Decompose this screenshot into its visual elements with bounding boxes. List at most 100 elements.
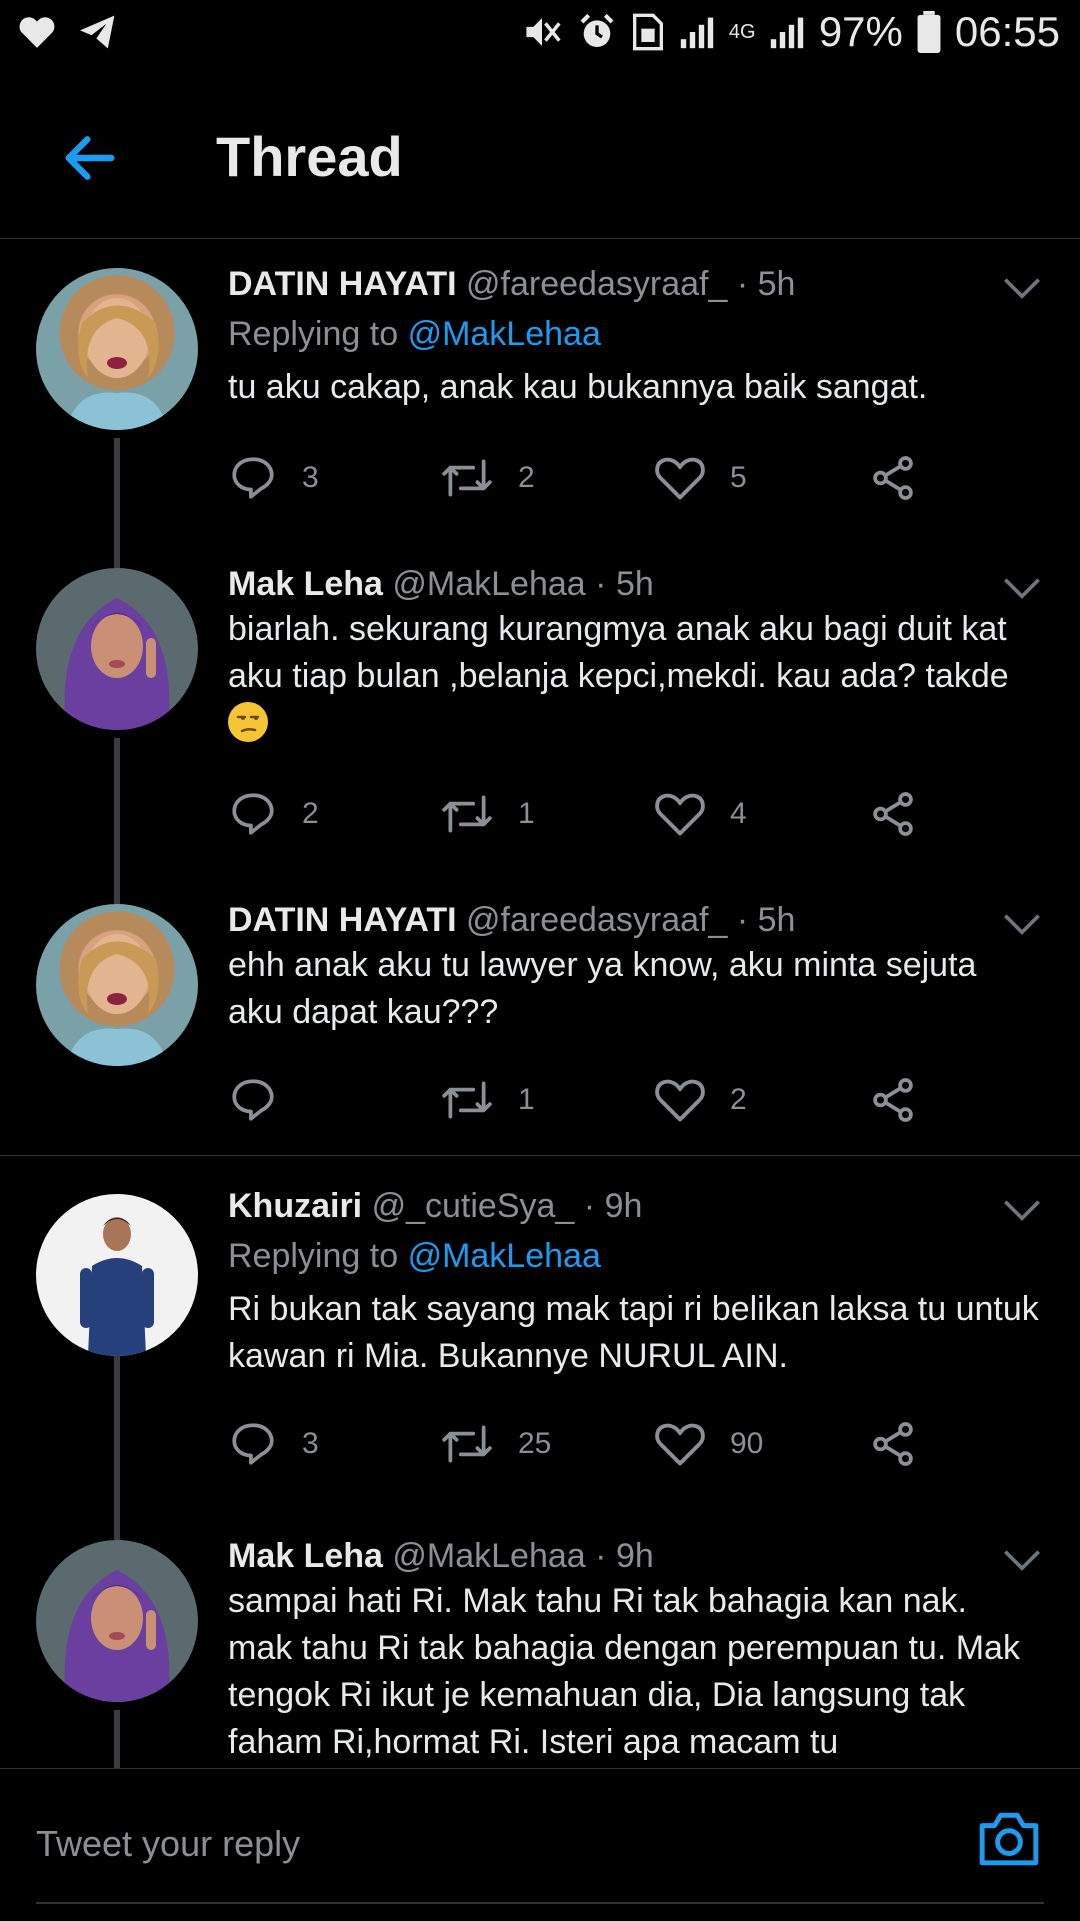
share-button[interactable] bbox=[868, 1416, 918, 1472]
retweet-button[interactable]: 25 bbox=[440, 1416, 551, 1472]
tweet-text: biarlah. sekurang kurangmya anak aku bag… bbox=[228, 610, 1009, 695]
retweet-button[interactable]: 1 bbox=[440, 786, 535, 842]
timestamp: 5h bbox=[757, 901, 796, 939]
retweet-count: 25 bbox=[518, 1427, 552, 1460]
avatar[interactable] bbox=[36, 904, 198, 1066]
reply-icon bbox=[232, 457, 274, 499]
separator-dot: · bbox=[736, 901, 749, 939]
reply-button[interactable]: 3 bbox=[228, 450, 319, 506]
author-name[interactable]: Mak Leha bbox=[228, 1540, 383, 1575]
avatar[interactable] bbox=[36, 268, 198, 430]
thread-connector bbox=[114, 538, 120, 568]
signal-icon-2 bbox=[770, 17, 804, 49]
mute-icon bbox=[526, 18, 561, 46]
separator-dot: · bbox=[583, 1187, 596, 1225]
author-handle[interactable]: @fareedasyraaf_ bbox=[466, 901, 727, 939]
status-bar: 4G 97% 06:55 bbox=[0, 0, 1080, 76]
mention-link[interactable]: @MakLehaa bbox=[408, 1237, 601, 1275]
chevron-down-icon[interactable] bbox=[1002, 1196, 1042, 1224]
author-name[interactable]: DATIN HAYATI bbox=[228, 901, 457, 939]
reply-button[interactable] bbox=[228, 1072, 302, 1128]
author-handle[interactable]: @MakLehaa bbox=[392, 1540, 585, 1575]
reply-count: 3 bbox=[302, 1427, 319, 1460]
tweet[interactable]: Mak Leha @MakLehaa · 9h sampai hati Ri. … bbox=[0, 1540, 1080, 1768]
author-handle[interactable]: @fareedasyraaf_ bbox=[466, 265, 727, 303]
share-icon bbox=[873, 1078, 913, 1122]
retweet-button[interactable]: 1 bbox=[440, 1072, 535, 1128]
author-name[interactable]: Mak Leha bbox=[228, 565, 383, 603]
tweet-text: Ri bukan tak sayang mak tapi ri belikan … bbox=[228, 1290, 1039, 1375]
share-icon bbox=[873, 456, 913, 500]
mention-link[interactable]: @MakLehaa bbox=[408, 315, 601, 353]
author-name[interactable]: DATIN HAYATI bbox=[228, 265, 457, 303]
sim-icon bbox=[632, 13, 663, 51]
retweet-button[interactable]: 2 bbox=[440, 450, 535, 506]
tweet[interactable]: Khuzairi @_cutieSya_ · 9h Replying to @M… bbox=[0, 1156, 1080, 1540]
thread-connector bbox=[114, 738, 120, 904]
signal-icon bbox=[680, 17, 714, 49]
avatar-image bbox=[64, 598, 170, 730]
reply-button[interactable]: 3 bbox=[228, 1416, 319, 1472]
alarm-icon bbox=[580, 13, 614, 47]
share-button[interactable] bbox=[868, 786, 918, 842]
separator-dot: · bbox=[595, 565, 607, 603]
tweet-meta: Khuzairi @_cutieSya_ · 9h bbox=[228, 1186, 1040, 1226]
reply-button[interactable]: 2 bbox=[228, 786, 319, 842]
separator-dot: · bbox=[595, 1540, 607, 1575]
timestamp: 5h bbox=[757, 265, 796, 303]
tweet[interactable]: Mak Leha @MakLehaa · 5h biarlah. sekuran… bbox=[0, 538, 1080, 904]
clock: 06:55 bbox=[954, 8, 1060, 55]
reply-icon bbox=[232, 1423, 274, 1465]
page-title: Thread bbox=[216, 125, 403, 188]
tweet-text-wrap: biarlah. sekurang kurangmya anak aku bag… bbox=[228, 606, 1040, 747]
heart-icon bbox=[655, 793, 705, 836]
back-arrow-icon[interactable] bbox=[58, 126, 122, 190]
share-button[interactable] bbox=[868, 450, 918, 506]
telegram-icon bbox=[80, 15, 115, 49]
like-button[interactable]: 5 bbox=[654, 450, 747, 506]
top-app-bar: Thread bbox=[0, 76, 1080, 239]
share-button[interactable] bbox=[868, 1072, 918, 1128]
tweet-body: Khuzairi @_cutieSya_ · 9h Replying to @M… bbox=[228, 1186, 1040, 1380]
tweet-actions: 2 1 4 bbox=[228, 786, 948, 842]
thread-connector bbox=[114, 1710, 120, 1768]
chevron-down-icon[interactable] bbox=[1002, 574, 1042, 602]
like-button[interactable]: 90 bbox=[654, 1416, 763, 1472]
reply-input-underline bbox=[36, 1902, 1044, 1904]
tweet-text: sampai hati Ri. Mak tahu Ri tak bahagia … bbox=[228, 1582, 1020, 1761]
replying-label: Replying to bbox=[228, 1237, 399, 1275]
avatar[interactable] bbox=[36, 568, 198, 730]
replying-to: Replying to @MakLehaa bbox=[228, 314, 1040, 354]
avatar-image bbox=[80, 1217, 154, 1356]
author-handle[interactable]: @MakLehaa bbox=[392, 565, 585, 603]
like-count: 5 bbox=[730, 461, 747, 494]
tweet-body: Mak Leha @MakLehaa · 5h biarlah. sekuran… bbox=[228, 564, 1040, 747]
camera-icon[interactable] bbox=[978, 1809, 1040, 1867]
like-count: 90 bbox=[730, 1427, 764, 1460]
like-button[interactable]: 2 bbox=[654, 1072, 747, 1128]
tweet-meta: Mak Leha @MakLehaa · 5h bbox=[228, 564, 1040, 604]
avatar[interactable] bbox=[36, 1540, 198, 1702]
reply-input[interactable]: Tweet your reply bbox=[36, 1823, 300, 1865]
chevron-down-icon[interactable] bbox=[1002, 1546, 1042, 1574]
like-button[interactable]: 4 bbox=[654, 786, 747, 842]
author-handle[interactable]: @_cutieSya_ bbox=[372, 1187, 575, 1225]
thread-connector bbox=[114, 438, 120, 538]
share-icon bbox=[873, 792, 913, 836]
retweet-icon bbox=[442, 1081, 492, 1119]
battery-icon bbox=[917, 11, 941, 53]
tweet[interactable]: DATIN HAYATI @fareedasyraaf_ · 5h ehh an… bbox=[0, 901, 1080, 1154]
chevron-down-icon[interactable] bbox=[1002, 910, 1042, 938]
share-icon bbox=[873, 1422, 913, 1466]
tweet-actions: 3 25 90 bbox=[228, 1416, 948, 1472]
tweet-text: tu aku cakap, anak kau bukannya baik san… bbox=[228, 368, 928, 406]
timestamp: 5h bbox=[615, 565, 654, 603]
tweet-actions: 1 2 bbox=[228, 1072, 948, 1128]
retweet-icon bbox=[442, 459, 492, 497]
chevron-down-icon[interactable] bbox=[1002, 274, 1042, 302]
author-name[interactable]: Khuzairi bbox=[228, 1187, 362, 1225]
tweet[interactable]: DATIN HAYATI @fareedasyraaf_ · 5h Replyi… bbox=[0, 238, 1080, 538]
tweet-meta: Mak Leha @MakLehaa · 9h bbox=[228, 1540, 1040, 1576]
reply-icon bbox=[232, 793, 274, 835]
avatar[interactable] bbox=[36, 1194, 198, 1356]
